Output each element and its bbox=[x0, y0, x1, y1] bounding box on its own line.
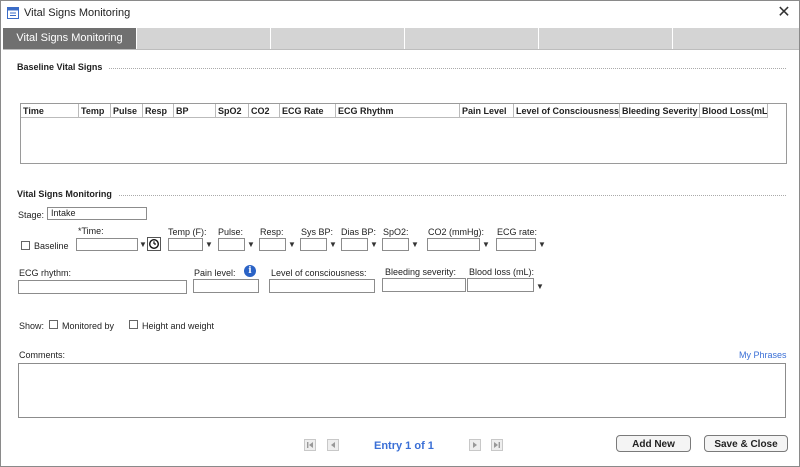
monitored-by-label: Monitored by bbox=[62, 321, 115, 331]
my-phrases-link[interactable]: My Phrases bbox=[739, 350, 787, 360]
tab-empty-6[interactable] bbox=[673, 28, 799, 49]
ecg-rhythm-label: ECG rhythm: bbox=[19, 268, 72, 278]
tab-bar: Vital Signs Monitoring bbox=[3, 28, 799, 50]
tab-empty-2[interactable] bbox=[137, 28, 271, 49]
window-title: Vital Signs Monitoring bbox=[24, 7, 131, 19]
tab-vital-signs-monitoring[interactable]: Vital Signs Monitoring bbox=[3, 28, 137, 49]
blood-loss-input[interactable] bbox=[467, 278, 534, 292]
baseline-checkbox[interactable] bbox=[21, 241, 30, 250]
previous-record-icon[interactable] bbox=[327, 439, 339, 451]
ecg-rhythm-input[interactable] bbox=[18, 280, 187, 294]
add-new-button[interactable]: Add New bbox=[616, 435, 691, 452]
resp-dropdown-arrow[interactable]: ▼ bbox=[288, 240, 296, 249]
baseline-section-title: Baseline Vital Signs bbox=[17, 62, 103, 72]
column-header-ecg-rhythm[interactable]: ECG Rhythm bbox=[336, 104, 460, 118]
sys-bp-label: Sys BP: bbox=[301, 227, 334, 237]
next-record-icon[interactable] bbox=[469, 439, 481, 451]
column-header-blood-loss[interactable]: Blood Loss(mL) bbox=[700, 104, 768, 118]
temp-label: Temp (F): bbox=[168, 227, 207, 237]
spo2-label: SpO2: bbox=[383, 227, 409, 237]
column-header-pulse[interactable]: Pulse bbox=[111, 104, 143, 118]
temp-dropdown-arrow[interactable]: ▼ bbox=[205, 240, 213, 249]
sys-bp-input[interactable] bbox=[300, 238, 327, 251]
pulse-label: Pulse: bbox=[218, 227, 244, 237]
stage-label: Stage: bbox=[18, 210, 45, 220]
stage-input[interactable]: Intake bbox=[47, 207, 147, 220]
column-header-spo2[interactable]: SpO2 bbox=[216, 104, 249, 118]
monitored-by-checkbox[interactable] bbox=[49, 320, 58, 329]
monitoring-section-title: Vital Signs Monitoring bbox=[17, 189, 112, 199]
blood-loss-dropdown-arrow[interactable]: ▼ bbox=[536, 282, 544, 291]
spo2-dropdown-arrow[interactable]: ▼ bbox=[411, 240, 419, 249]
time-input[interactable] bbox=[76, 238, 138, 251]
time-dropdown-arrow[interactable]: ▼ bbox=[139, 240, 147, 249]
dias-bp-input[interactable] bbox=[341, 238, 368, 251]
ecg-rate-label: ECG rate: bbox=[497, 227, 538, 237]
baseline-label: Baseline bbox=[34, 241, 69, 251]
height-weight-checkbox[interactable] bbox=[129, 320, 138, 329]
bleeding-severity-label: Bleeding severity: bbox=[385, 267, 457, 277]
ecg-rate-dropdown-arrow[interactable]: ▼ bbox=[538, 240, 546, 249]
monitoring-divider bbox=[119, 195, 786, 196]
last-record-icon[interactable] bbox=[491, 439, 503, 451]
pulse-dropdown-arrow[interactable]: ▼ bbox=[247, 240, 255, 249]
time-label: *Time: bbox=[78, 226, 104, 236]
ecg-rate-input[interactable] bbox=[496, 238, 536, 251]
dias-bp-label: Dias BP: bbox=[341, 227, 377, 237]
height-weight-label: Height and weight bbox=[142, 321, 215, 331]
tab-empty-4[interactable] bbox=[405, 28, 539, 49]
co2-label: CO2 (mmHg): bbox=[428, 227, 484, 237]
spo2-input[interactable] bbox=[382, 238, 409, 251]
pulse-input[interactable] bbox=[218, 238, 245, 251]
bleeding-severity-input[interactable] bbox=[382, 278, 466, 292]
entry-counter: Entry 1 of 1 bbox=[374, 440, 434, 452]
column-header-bleeding-severity[interactable]: Bleeding Severity bbox=[620, 104, 700, 118]
column-header-temp[interactable]: Temp bbox=[79, 104, 111, 118]
co2-dropdown-arrow[interactable]: ▼ bbox=[482, 240, 490, 249]
first-record-icon[interactable] bbox=[304, 439, 316, 451]
column-header-time[interactable]: Time bbox=[21, 104, 79, 118]
show-label: Show: bbox=[19, 321, 45, 331]
save-close-button[interactable]: Save & Close bbox=[704, 435, 788, 452]
resp-label: Resp: bbox=[260, 227, 284, 237]
blood-loss-label: Blood loss (mL): bbox=[469, 267, 535, 277]
sys-bp-dropdown-arrow[interactable]: ▼ bbox=[329, 240, 337, 249]
level-of-consciousness-input[interactable] bbox=[269, 279, 375, 293]
column-header-bp[interactable]: BP bbox=[174, 104, 216, 118]
column-header-resp[interactable]: Resp bbox=[143, 104, 174, 118]
pain-level-label: Pain level: bbox=[194, 268, 236, 278]
main-window: Vital Signs Monitoring ✕ Vital Signs Mon… bbox=[0, 0, 800, 467]
comments-textarea[interactable] bbox=[18, 363, 786, 418]
tab-empty-3[interactable] bbox=[271, 28, 405, 49]
column-header-co2[interactable]: CO2 bbox=[249, 104, 280, 118]
co2-input[interactable] bbox=[427, 238, 480, 251]
column-header-ecg-rate[interactable]: ECG Rate bbox=[280, 104, 336, 118]
close-icon[interactable]: ✕ bbox=[775, 4, 793, 22]
info-icon[interactable]: i bbox=[244, 265, 256, 277]
column-header-pain-level[interactable]: Pain Level bbox=[460, 104, 514, 118]
app-window-icon bbox=[7, 7, 19, 19]
clock-icon[interactable] bbox=[147, 237, 161, 251]
pain-level-input[interactable] bbox=[193, 279, 259, 293]
baseline-divider bbox=[109, 68, 786, 69]
tab-empty-5[interactable] bbox=[539, 28, 673, 49]
title-bar: Vital Signs Monitoring ✕ bbox=[1, 1, 799, 27]
resp-input[interactable] bbox=[259, 238, 286, 251]
column-header-level-of-consciousness[interactable]: Level of Consciousness bbox=[514, 104, 620, 118]
dias-bp-dropdown-arrow[interactable]: ▼ bbox=[370, 240, 378, 249]
level-of-consciousness-label: Level of consciousness: bbox=[271, 268, 367, 278]
comments-label: Comments: bbox=[19, 350, 66, 360]
baseline-vitals-table[interactable]: Time Temp Pulse Resp BP SpO2 CO2 ECG Rat… bbox=[20, 103, 787, 164]
temp-input[interactable] bbox=[168, 238, 203, 251]
